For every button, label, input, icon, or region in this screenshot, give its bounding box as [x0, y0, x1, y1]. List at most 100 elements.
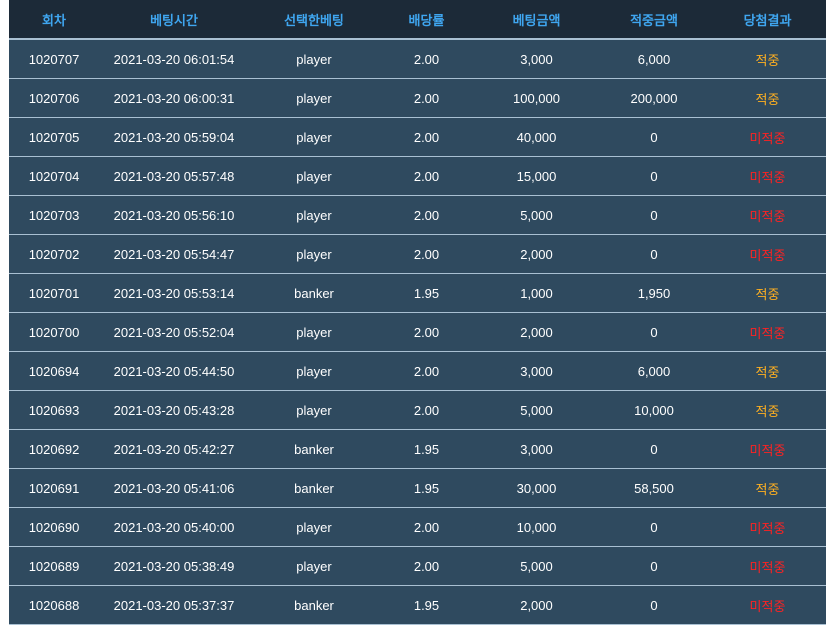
- table-row: 1020692 2021-03-20 05:42:27 banker 1.95 3,00…: [9, 429, 826, 469]
- bet-history-panel: 회차 베팅시간 선택한베팅 배당률 베팅금액 적중금액 당첨결과 1020707…: [9, 0, 826, 625]
- cell-selected-bet: player: [249, 546, 379, 586]
- cell-round: 1020689: [9, 546, 99, 586]
- cell-bet-amount: 2,000: [474, 312, 599, 352]
- cell-round: 1020700: [9, 312, 99, 352]
- header-bet-time: 베팅시간: [99, 0, 249, 40]
- cell-bet-time: 2021-03-20 05:54:47: [99, 234, 249, 274]
- table-row: 1020705 2021-03-20 05:59:04 player 2.00 40,0…: [9, 117, 826, 157]
- table-row: 1020693 2021-03-20 05:43:28 player 2.00 5,00…: [9, 390, 826, 430]
- cell-win-amount: 200,000: [599, 78, 709, 118]
- header-bet-amount: 베팅금액: [474, 0, 599, 40]
- cell-odds: 2.00: [379, 546, 474, 586]
- cell-bet-amount: 15,000: [474, 156, 599, 196]
- cell-round: 1020688: [9, 585, 99, 625]
- cell-selected-bet: player: [249, 78, 379, 118]
- table-row: 1020700 2021-03-20 05:52:04 player 2.00 2,00…: [9, 312, 826, 352]
- header-round: 회차: [9, 0, 99, 40]
- cell-result: 적중: [709, 39, 826, 79]
- table-row: 1020701 2021-03-20 05:53:14 banker 1.95 1,00…: [9, 273, 826, 313]
- cell-win-amount: 0: [599, 585, 709, 625]
- cell-round: 1020690: [9, 507, 99, 547]
- cell-selected-bet: player: [249, 351, 379, 391]
- cell-selected-bet: banker: [249, 585, 379, 625]
- cell-bet-time: 2021-03-20 05:42:27: [99, 429, 249, 469]
- cell-result: 미적중: [709, 585, 826, 625]
- cell-round: 1020691: [9, 468, 99, 508]
- cell-bet-amount: 10,000: [474, 507, 599, 547]
- cell-bet-amount: 3,000: [474, 429, 599, 469]
- cell-bet-amount: 5,000: [474, 195, 599, 235]
- cell-bet-amount: 100,000: [474, 78, 599, 118]
- cell-win-amount: 0: [599, 234, 709, 274]
- cell-round: 1020705: [9, 117, 99, 157]
- cell-bet-amount: 2,000: [474, 234, 599, 274]
- cell-bet-time: 2021-03-20 05:38:49: [99, 546, 249, 586]
- cell-odds: 1.95: [379, 273, 474, 313]
- cell-odds: 2.00: [379, 234, 474, 274]
- cell-bet-time: 2021-03-20 05:52:04: [99, 312, 249, 352]
- cell-bet-amount: 3,000: [474, 39, 599, 79]
- cell-odds: 2.00: [379, 156, 474, 196]
- header-win-amount: 적중금액: [599, 0, 709, 40]
- cell-selected-bet: banker: [249, 429, 379, 469]
- cell-win-amount: 0: [599, 156, 709, 196]
- cell-odds: 2.00: [379, 507, 474, 547]
- cell-round: 1020707: [9, 39, 99, 79]
- cell-bet-time: 2021-03-20 05:57:48: [99, 156, 249, 196]
- table-header-row: 회차 베팅시간 선택한베팅 배당률 베팅금액 적중금액 당첨결과: [9, 0, 826, 40]
- cell-win-amount: 0: [599, 429, 709, 469]
- table-row: 1020689 2021-03-20 05:38:49 player 2.00 5,00…: [9, 546, 826, 586]
- cell-selected-bet: banker: [249, 468, 379, 508]
- cell-odds: 1.95: [379, 429, 474, 469]
- cell-win-amount: 10,000: [599, 390, 709, 430]
- cell-odds: 2.00: [379, 312, 474, 352]
- cell-result: 미적중: [709, 234, 826, 274]
- cell-selected-bet: player: [249, 156, 379, 196]
- cell-selected-bet: player: [249, 39, 379, 79]
- cell-bet-time: 2021-03-20 05:56:10: [99, 195, 249, 235]
- cell-win-amount: 0: [599, 312, 709, 352]
- cell-odds: 2.00: [379, 351, 474, 391]
- cell-win-amount: 6,000: [599, 39, 709, 79]
- cell-odds: 1.95: [379, 585, 474, 625]
- cell-result: 적중: [709, 468, 826, 508]
- header-result: 당첨결과: [709, 0, 826, 40]
- cell-odds: 2.00: [379, 195, 474, 235]
- cell-win-amount: 1,950: [599, 273, 709, 313]
- cell-selected-bet: player: [249, 234, 379, 274]
- table-row: 1020694 2021-03-20 05:44:50 player 2.00 3,00…: [9, 351, 826, 391]
- cell-bet-amount: 30,000: [474, 468, 599, 508]
- cell-selected-bet: banker: [249, 273, 379, 313]
- cell-win-amount: 0: [599, 507, 709, 547]
- cell-odds: 2.00: [379, 39, 474, 79]
- cell-result: 미적중: [709, 117, 826, 157]
- cell-result: 적중: [709, 390, 826, 430]
- cell-round: 1020704: [9, 156, 99, 196]
- cell-bet-amount: 5,000: [474, 390, 599, 430]
- cell-bet-amount: 1,000: [474, 273, 599, 313]
- cell-result: 미적중: [709, 507, 826, 547]
- cell-result: 미적중: [709, 429, 826, 469]
- table-row: 1020704 2021-03-20 05:57:48 player 2.00 15,0…: [9, 156, 826, 196]
- cell-result: 미적중: [709, 195, 826, 235]
- cell-bet-amount: 5,000: [474, 546, 599, 586]
- cell-selected-bet: player: [249, 507, 379, 547]
- cell-bet-amount: 40,000: [474, 117, 599, 157]
- cell-bet-time: 2021-03-20 05:37:37: [99, 585, 249, 625]
- cell-bet-amount: 2,000: [474, 585, 599, 625]
- cell-odds: 2.00: [379, 117, 474, 157]
- cell-win-amount: 0: [599, 117, 709, 157]
- cell-result: 미적중: [709, 156, 826, 196]
- cell-bet-time: 2021-03-20 05:59:04: [99, 117, 249, 157]
- cell-win-amount: 0: [599, 195, 709, 235]
- table-row: 1020688 2021-03-20 05:37:37 banker 1.95 2,00…: [9, 585, 826, 625]
- bet-history-table: 회차 베팅시간 선택한베팅 배당률 베팅금액 적중금액 당첨결과 1020707…: [9, 0, 826, 625]
- cell-result: 미적중: [709, 312, 826, 352]
- cell-round: 1020706: [9, 78, 99, 118]
- table-row: 1020706 2021-03-20 06:00:31 player 2.00 100,…: [9, 78, 826, 118]
- cell-bet-time: 2021-03-20 05:44:50: [99, 351, 249, 391]
- table-row: 1020707 2021-03-20 06:01:54 player 2.00 3,00…: [9, 39, 826, 79]
- cell-bet-time: 2021-03-20 06:01:54: [99, 39, 249, 79]
- cell-round: 1020701: [9, 273, 99, 313]
- cell-odds: 2.00: [379, 78, 474, 118]
